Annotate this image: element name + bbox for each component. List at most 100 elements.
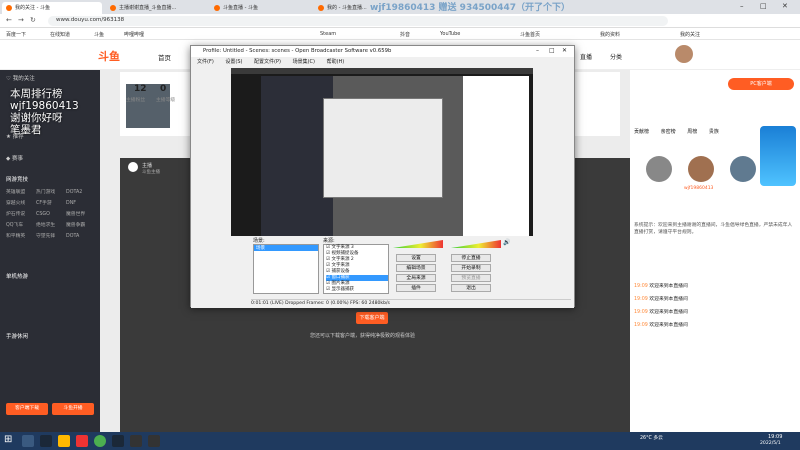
obs-menu-item[interactable]: 设置(S): [225, 59, 242, 65]
obs-minimize-icon[interactable]: –: [536, 47, 539, 54]
steam-icon[interactable]: [112, 435, 124, 447]
forward-icon[interactable]: →: [18, 16, 24, 24]
game-link[interactable]: 魔兽争霸: [66, 221, 96, 228]
rank-tab[interactable]: 贵族: [709, 129, 719, 135]
game-link[interactable]: 守望先锋: [36, 232, 66, 239]
sources-list[interactable]: ☑ 文字来源 3 ☑ 视频捕捉设备 ☑ 文字来源 2 ☑ 文字来源 ☑ 捕获设备…: [323, 244, 389, 294]
obs-menu-item[interactable]: 场景集(C): [293, 59, 315, 65]
game-link[interactable]: CF手游: [36, 199, 66, 206]
address-bar: ← → ↻ www.douyu.com/963138: [0, 14, 800, 28]
steam-icon[interactable]: [40, 435, 52, 447]
game-link[interactable]: 炉石传说: [6, 210, 36, 217]
back-icon[interactable]: ←: [6, 16, 12, 24]
bookmark[interactable]: 在线知道: [50, 31, 70, 38]
game-link[interactable]: 魔兽世界: [66, 210, 96, 217]
bookmark[interactable]: 斗鱼: [94, 31, 104, 38]
client-download-button[interactable]: 客户端下载: [6, 403, 48, 415]
game-link[interactable]: 绝地求生: [36, 221, 66, 228]
chrome-icon[interactable]: [94, 435, 106, 447]
game-link[interactable]: DNF: [66, 201, 96, 206]
windows-start-icon[interactable]: ⊞: [4, 434, 12, 445]
bookmark[interactable]: 百度一下: [6, 31, 26, 38]
game-link[interactable]: 英雄联盟: [6, 188, 36, 195]
sidebar-item-follow[interactable]: ♡ 我的关注: [6, 74, 35, 82]
scenes-list[interactable]: 场景: [253, 244, 319, 294]
mic-volume-meter[interactable]: [393, 240, 443, 248]
game-link[interactable]: 穿越火线: [6, 199, 36, 206]
anchor-sub: 斗鱼主播: [142, 170, 160, 175]
scene-item[interactable]: 场景: [254, 245, 318, 251]
game-link[interactable]: 热门游戏: [36, 188, 66, 195]
edit-scene-button[interactable]: 编辑场景: [396, 264, 436, 272]
nav-home[interactable]: 首页: [158, 52, 171, 62]
start-stream-button[interactable]: 斗鱼开播: [52, 403, 94, 415]
event-badge[interactable]: [760, 126, 796, 186]
game-link[interactable]: 和平精英: [6, 232, 36, 239]
start-record-button[interactable]: 开始录制: [451, 264, 491, 272]
bookmark[interactable]: 抖音: [400, 31, 410, 38]
pc-client-button[interactable]: PC客户端: [728, 78, 794, 90]
app-icon[interactable]: [76, 435, 88, 447]
source-item[interactable]: ☑ 显示器捕获: [326, 287, 388, 293]
settings-button[interactable]: 设置: [396, 254, 436, 262]
bookmark[interactable]: Steam: [320, 31, 336, 37]
folder-icon[interactable]: [58, 435, 70, 447]
clock-date[interactable]: 2022/5/1: [760, 441, 781, 446]
plugins-button[interactable]: 插件: [396, 284, 436, 292]
browser-tab[interactable]: 我的关注 - 斗鱼: [2, 2, 102, 14]
avatar[interactable]: [675, 45, 693, 63]
obs-menu-item[interactable]: 帮助(H): [327, 59, 345, 65]
global-sources-button[interactable]: 全局来源: [396, 274, 436, 282]
maximize-icon[interactable]: □: [760, 2, 767, 10]
obs-close-icon[interactable]: ✕: [562, 47, 567, 54]
stop-stream-button[interactable]: 停止直播: [451, 254, 491, 262]
reload-icon[interactable]: ↻: [30, 16, 36, 24]
chat-message: 19:09 欢迎来到本直播间: [634, 323, 688, 328]
game-link[interactable]: DOTA: [66, 234, 96, 239]
game-link[interactable]: CSGO: [36, 212, 66, 217]
obs-maximize-icon[interactable]: □: [549, 47, 555, 54]
nav-item[interactable]: 直播: [580, 52, 592, 61]
nav-item[interactable]: 分类: [610, 52, 622, 61]
browser-tab[interactable]: 主播谢谢直播_斗鱼直播...: [106, 2, 206, 14]
desktop-volume-meter[interactable]: [451, 240, 501, 248]
browser-tab[interactable]: 斗鱼直播 - 斗鱼: [210, 2, 310, 14]
rank-tab[interactable]: 贡献榜: [634, 129, 649, 135]
sidebar-section-online: 网游竞技: [6, 177, 29, 183]
speaker-icon[interactable]: 🔊: [503, 239, 510, 246]
overlay-line: 谢谢你好呀: [10, 112, 63, 124]
bookmark[interactable]: 我的关注: [680, 31, 700, 38]
clock-time[interactable]: 19:09: [768, 434, 782, 440]
exit-button[interactable]: 退出: [451, 284, 491, 292]
rank-name: wjf19860413: [684, 186, 714, 191]
rank-avatar[interactable]: [688, 156, 714, 182]
close-icon[interactable]: ✕: [782, 2, 788, 10]
bookmark[interactable]: 哔哩哔哩: [124, 31, 144, 38]
obs-icon[interactable]: [148, 435, 160, 447]
chat-message: 19:09 欢迎来到本直播间: [634, 297, 688, 302]
game-link[interactable]: DOTA2: [66, 190, 96, 195]
video-download-button[interactable]: 下载客户端: [356, 312, 388, 324]
obs-menu-item[interactable]: 文件(F): [197, 59, 214, 65]
bookmark[interactable]: YouTube: [440, 31, 460, 37]
preview-chat: [463, 76, 529, 236]
preview-stream-button[interactable]: 预览直播: [451, 274, 491, 282]
rank-tab[interactable]: 亲密榜: [661, 129, 676, 135]
chat-message: 19:09 欢迎来到本直播间: [634, 310, 688, 315]
douyu-icon: [318, 4, 324, 11]
obs-menu-item[interactable]: 配置文件(P): [254, 59, 281, 65]
rank-avatar[interactable]: [646, 156, 672, 182]
obs-icon[interactable]: [130, 435, 142, 447]
bookmark[interactable]: 我的资料: [600, 31, 620, 38]
anchor-avatar[interactable]: [128, 162, 138, 172]
taskview-icon[interactable]: [22, 435, 34, 447]
weather-widget[interactable]: 26°C 多云: [640, 434, 680, 441]
douyu-logo[interactable]: 斗鱼: [98, 48, 120, 64]
minimize-icon[interactable]: –: [740, 2, 744, 10]
bookmark[interactable]: 斗鱼首页: [520, 31, 540, 38]
url-input[interactable]: www.douyu.com/963138: [48, 16, 668, 26]
game-link[interactable]: QQ飞车: [6, 221, 36, 228]
sidebar-item-esports[interactable]: ◆ 赛事: [6, 154, 23, 162]
rank-tab[interactable]: 周榜: [687, 129, 697, 135]
rank-avatar[interactable]: [730, 156, 756, 182]
